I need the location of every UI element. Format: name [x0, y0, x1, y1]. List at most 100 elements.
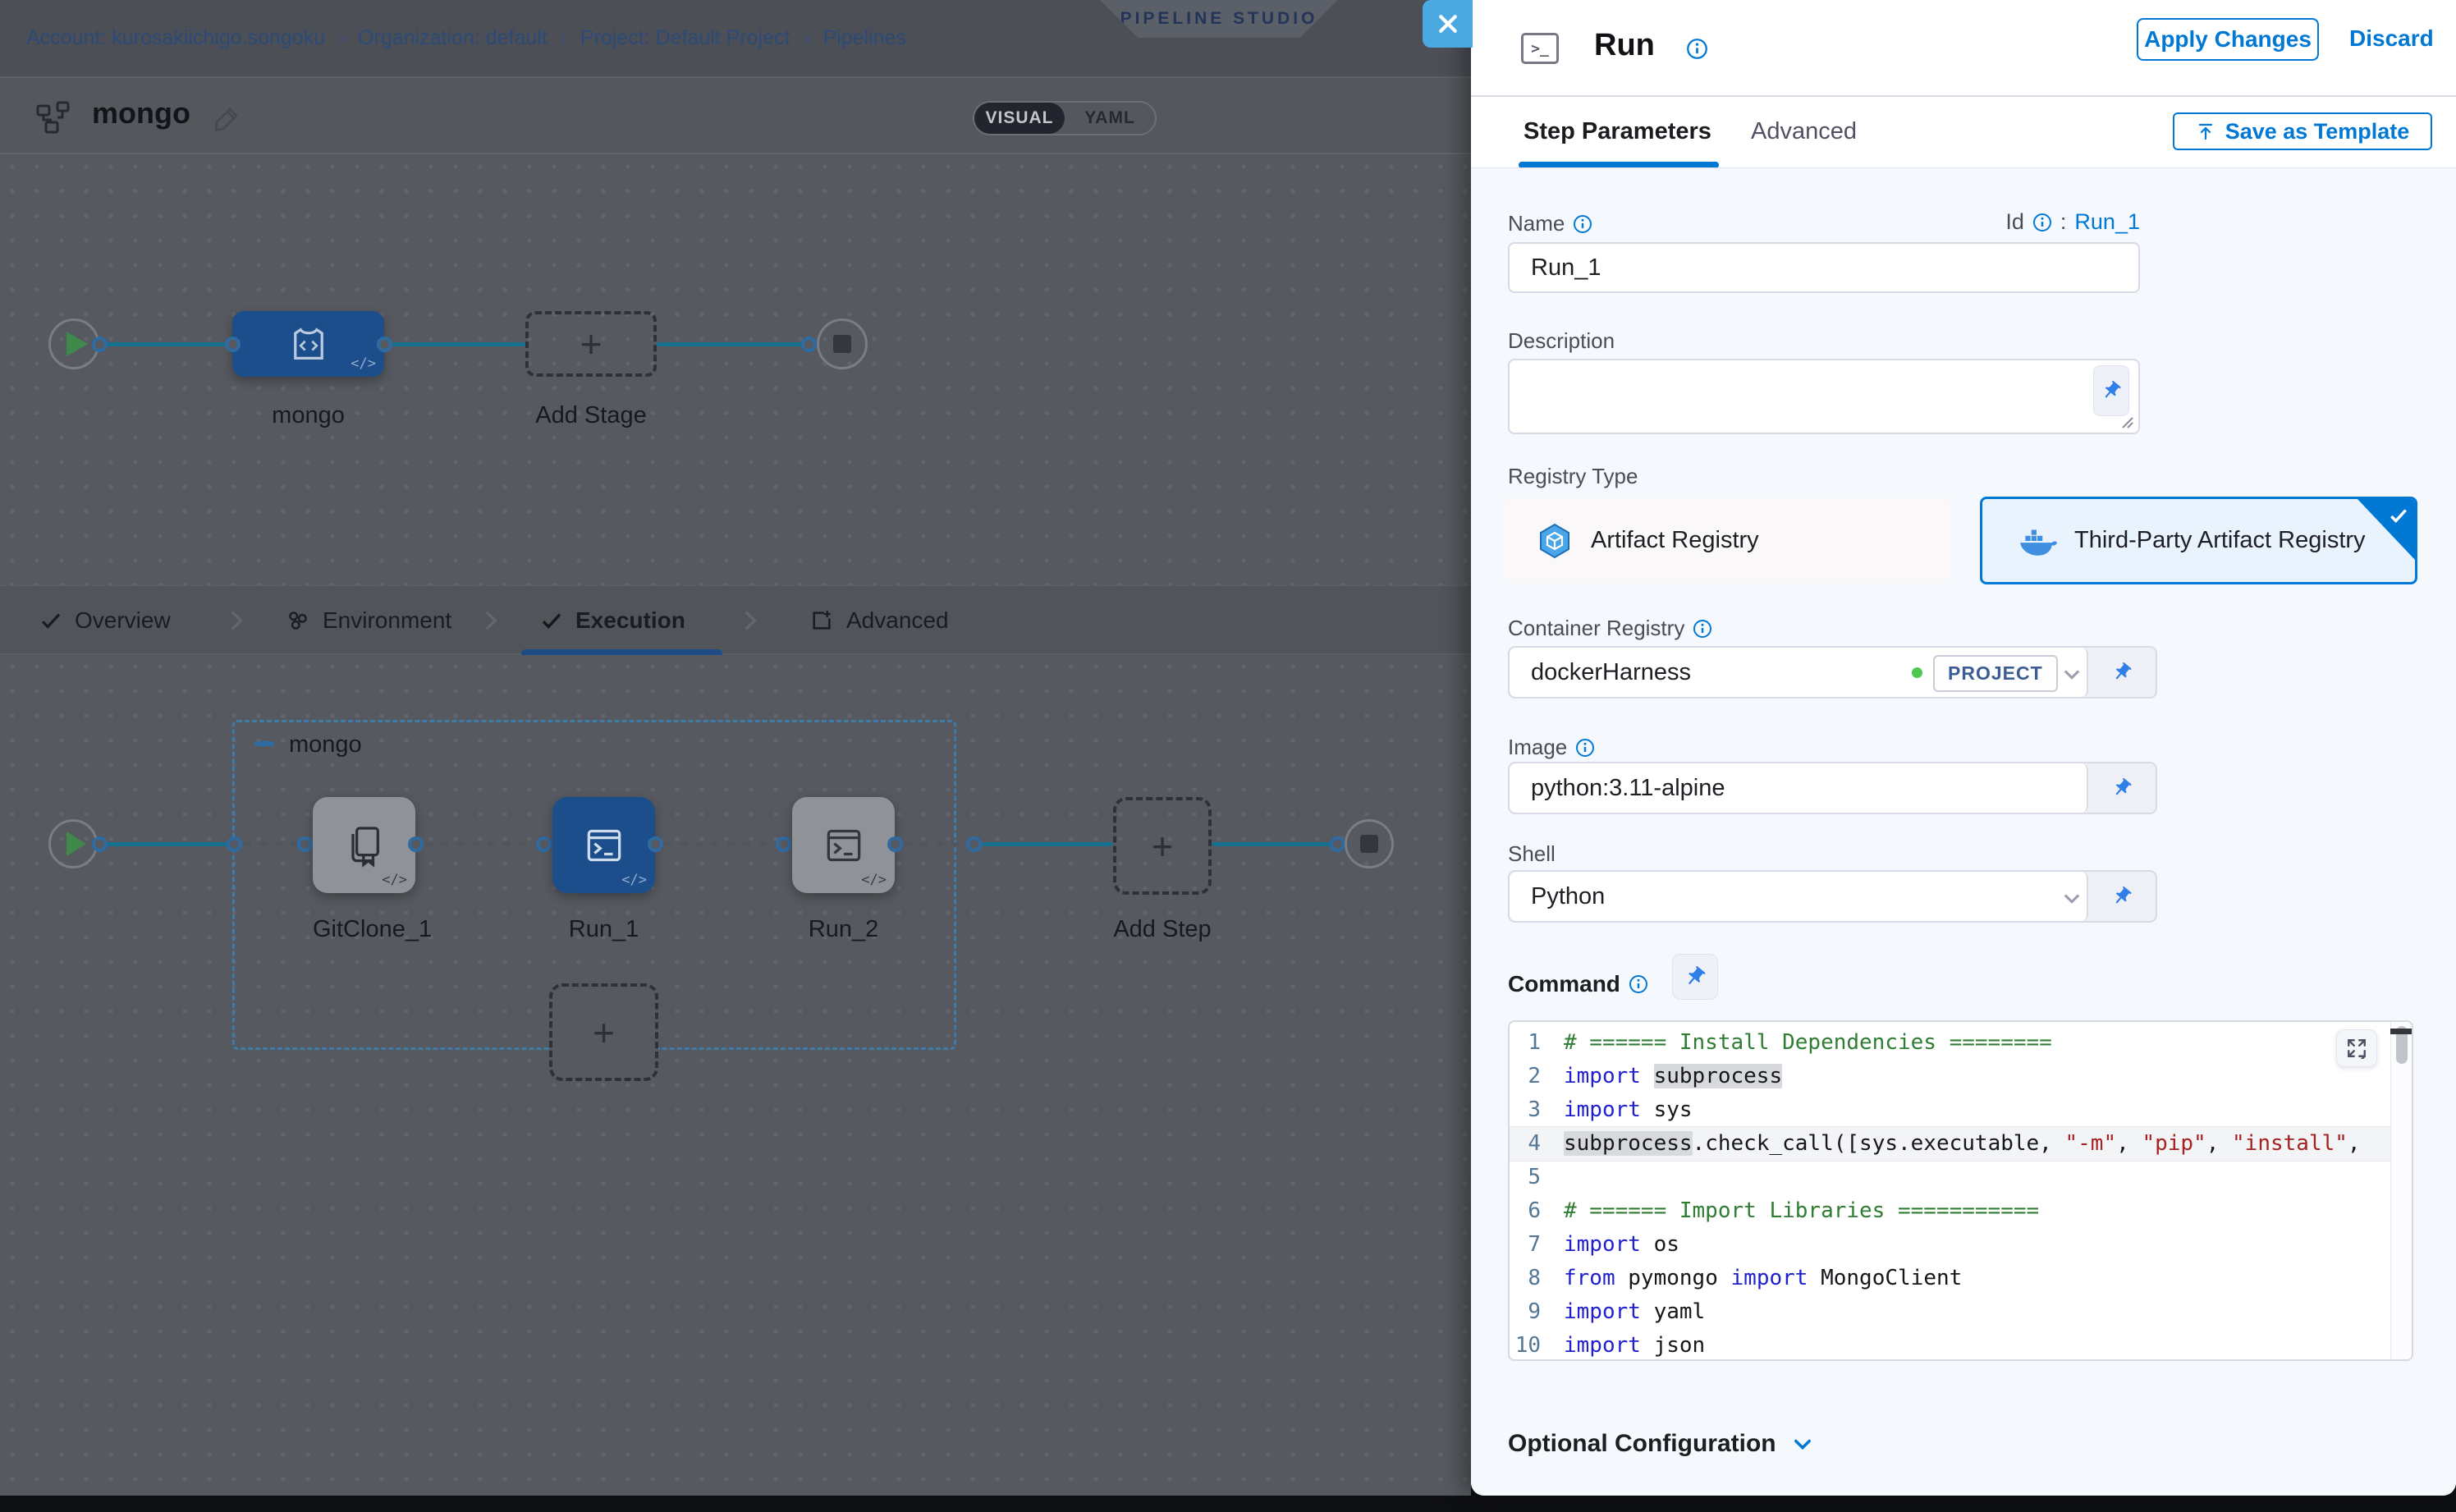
tab-advanced-panel[interactable]: Advanced [1751, 95, 1857, 167]
tab-overview[interactable]: Overview [39, 586, 171, 655]
step-node-gitclone-1[interactable]: </> [313, 797, 415, 893]
connector-status-dot [1912, 667, 1922, 678]
run-step-icon: >_ [1521, 33, 1559, 64]
add-step-button[interactable]: + [1113, 797, 1212, 895]
fullscreen-icon [2346, 1038, 2367, 1059]
breadcrumb-account[interactable]: Account: kurosakiichigo.songoku [26, 26, 325, 50]
selected-corner-badge [2357, 499, 2415, 560]
pipeline-title: mongo [92, 96, 190, 131]
add-parallel-step-button[interactable]: + [549, 983, 658, 1081]
id-label: Id [2005, 209, 2024, 235]
advanced-icon [809, 607, 835, 634]
step-node-run-2[interactable]: </> [792, 797, 895, 893]
info-icon[interactable] [1573, 214, 1592, 234]
breadcrumb-project[interactable]: Project: Default Project [580, 26, 790, 50]
dotted-link [244, 842, 305, 846]
info-icon[interactable] [1629, 974, 1648, 994]
image-pin-button[interactable] [2088, 763, 2156, 813]
image-input[interactable]: python:3.11-alpine [1510, 763, 2088, 813]
breadcrumb-pipelines[interactable]: Pipelines [822, 26, 905, 50]
code-line[interactable]: 9import yaml [1510, 1295, 2390, 1329]
chevron-down-icon[interactable] [2060, 887, 2083, 909]
code-line[interactable]: 8from pymongo import MongoClient [1510, 1262, 2390, 1295]
registry-option-third-party[interactable]: Third-Party Artifact Registry [1980, 497, 2417, 584]
code-line[interactable]: 6# ====== Import Libraries =========== [1510, 1194, 2390, 1228]
docker-icon [2017, 525, 2058, 557]
line-number: 9 [1510, 1295, 1564, 1329]
pipeline-icon [33, 98, 76, 144]
container-registry-value: dockerHarness [1531, 659, 1691, 686]
command-pin-button[interactable] [1672, 954, 1718, 1000]
custom-stage-icon [287, 323, 330, 365]
optional-configuration-toggle[interactable]: Optional Configuration [1508, 1430, 1814, 1458]
registry-option-label: Artifact Registry [1591, 527, 1759, 554]
link [103, 342, 235, 346]
pin-icon [2111, 777, 2133, 799]
line-number: 7 [1510, 1228, 1564, 1262]
name-label: Name [1508, 211, 1592, 236]
description-pin-button[interactable] [2093, 365, 2129, 416]
add-stage-button[interactable]: + [525, 311, 657, 377]
link [103, 842, 233, 846]
discard-button[interactable]: Discard [2349, 25, 2434, 52]
port [227, 836, 242, 852]
expand-editor-button[interactable] [2336, 1029, 2377, 1067]
stage-graph-canvas: </> + mongo Add Stage [0, 154, 1471, 585]
container-registry-pin-button[interactable] [2088, 648, 2156, 697]
tab-execution[interactable]: Execution [539, 586, 685, 655]
info-icon[interactable] [1686, 38, 1708, 60]
close-icon [1436, 11, 1460, 36]
link [982, 842, 1113, 846]
tab-environment[interactable]: Environment [285, 586, 451, 655]
code-line[interactable]: 7import os [1510, 1228, 2390, 1262]
close-drawer-button[interactable] [1423, 0, 1473, 48]
code-line[interactable]: 3import sys [1510, 1093, 2390, 1127]
collapse-group-icon[interactable] [254, 741, 274, 746]
registry-option-artifact[interactable]: Artifact Registry [1504, 498, 1951, 583]
execution-graph-canvas: mongo </> </> [0, 654, 1471, 1496]
toggle-visual[interactable]: VISUAL [974, 103, 1065, 134]
port [92, 836, 108, 852]
resize-handle[interactable] [2118, 413, 2134, 429]
code-line[interactable]: 5 [1510, 1161, 2390, 1194]
name-input[interactable]: Run_1 [1508, 242, 2140, 293]
execution-start-node[interactable] [48, 819, 98, 868]
port [801, 337, 817, 352]
edit-pipeline-icon[interactable] [212, 104, 241, 138]
code-tag: </> [861, 872, 887, 888]
step-node-run-1[interactable]: </> [552, 797, 655, 893]
toggle-yaml[interactable]: YAML [1065, 103, 1155, 134]
dotted-link [425, 842, 543, 846]
command-code-editor[interactable]: 1# ====== Install Dependencies ========2… [1508, 1020, 2413, 1361]
container-registry-input[interactable]: dockerHarness PROJECT [1510, 648, 2088, 697]
code-line[interactable]: 10import json [1510, 1329, 2390, 1361]
pin-icon [2111, 662, 2133, 683]
shell-pin-button[interactable] [2088, 872, 2156, 921]
port [225, 337, 241, 352]
shell-label: Shell [1508, 841, 1556, 867]
info-icon[interactable] [1575, 738, 1595, 758]
shell-select[interactable]: Python [1510, 872, 2088, 921]
port [297, 836, 313, 852]
code-line[interactable]: 4subprocess.check_call([sys.executable, … [1510, 1127, 2390, 1161]
code-tag: </> [351, 355, 376, 372]
info-icon[interactable] [2032, 213, 2052, 232]
code-tag: </> [382, 872, 407, 888]
apply-changes-button[interactable]: Apply Changes [2137, 18, 2319, 61]
tab-advanced[interactable]: Advanced [809, 586, 949, 655]
code-line[interactable]: 2import subprocess [1510, 1060, 2390, 1093]
code-line[interactable]: 1# ====== Install Dependencies ======== [1510, 1026, 2390, 1060]
panel-title: Run [1594, 28, 1655, 63]
play-icon [66, 332, 88, 356]
editor-scrollbar[interactable] [2390, 1022, 2412, 1359]
info-icon[interactable] [1693, 619, 1712, 639]
breadcrumb-organization[interactable]: Organization: default [358, 26, 548, 50]
step-group-label[interactable]: mongo [289, 731, 362, 758]
chevron-right-icon [482, 609, 500, 632]
save-as-template-button[interactable]: Save as Template [2173, 112, 2432, 150]
chevron-down-icon[interactable] [2060, 662, 2083, 685]
image-group: python:3.11-alpine [1508, 762, 2157, 814]
description-textarea[interactable] [1508, 359, 2140, 434]
stage-node-mongo[interactable]: </> [232, 311, 384, 377]
tab-step-parameters[interactable]: Step Parameters [1524, 95, 1711, 167]
